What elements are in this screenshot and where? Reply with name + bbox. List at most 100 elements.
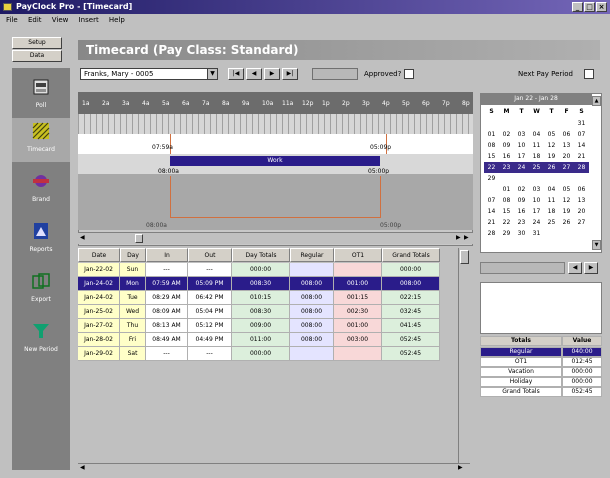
calendar-day[interactable]: 10 — [529, 195, 544, 206]
first-button[interactable]: |◀ — [228, 68, 244, 80]
tab-data[interactable]: Data — [12, 50, 62, 62]
calendar-day[interactable]: 13 — [559, 140, 574, 151]
table-row[interactable]: Jan-25-02 Wed 08:09 AM 05:04 PM 008:30 008:00… — [78, 305, 458, 319]
calendar-day[interactable]: 14 — [484, 206, 499, 217]
calendar-day[interactable]: 16 — [514, 206, 529, 217]
calendar-day[interactable]: 21 — [484, 217, 499, 228]
maximize-button[interactable]: □ — [584, 2, 595, 12]
work-bar[interactable]: Work — [170, 156, 380, 166]
sidebar-item-export[interactable]: Export — [12, 268, 70, 312]
calendar-day[interactable]: 17 — [514, 151, 529, 162]
last-button[interactable]: ▶| — [282, 68, 298, 80]
calendar-day[interactable]: 27 — [574, 217, 589, 228]
calendar-day[interactable]: 02 — [514, 184, 529, 195]
table-row[interactable]: Jan-27-02 Thu 08:13 AM 05:12 PM 009:00 008:00… — [78, 319, 458, 333]
calendar-day[interactable]: 18 — [529, 151, 544, 162]
calendar-day[interactable]: 31 — [529, 228, 544, 239]
menu-insert[interactable]: Insert — [79, 16, 99, 24]
calendar-day[interactable]: 31 — [574, 118, 589, 129]
calendar-day[interactable]: 29 — [484, 173, 499, 184]
calendar-day[interactable]: 14 — [574, 140, 589, 151]
table-hscroll[interactable]: ◀ ▶ — [78, 463, 470, 473]
calendar-day[interactable]: 02 — [499, 129, 514, 140]
calendar-day[interactable]: 19 — [544, 151, 559, 162]
calendar-day[interactable]: 17 — [529, 206, 544, 217]
period-next-button[interactable]: ▶ — [584, 262, 598, 274]
calendar-day[interactable]: 12 — [544, 140, 559, 151]
scroll-end-icon[interactable]: ▶ — [464, 234, 472, 242]
scroll-thumb[interactable] — [135, 234, 143, 243]
menu-file[interactable]: File — [6, 16, 18, 24]
calendar-day[interactable]: 20 — [574, 206, 589, 217]
calendar-day[interactable]: 05 — [559, 184, 574, 195]
calendar-day[interactable]: 25 — [529, 162, 544, 173]
calendar-day[interactable]: 12 — [559, 195, 574, 206]
sidebar-item-poll[interactable]: Poll — [12, 74, 70, 118]
calendar-day[interactable]: 01 — [499, 184, 514, 195]
calendar-day[interactable]: 04 — [529, 129, 544, 140]
table-row[interactable]: Jan-22-02 Sun --- --- 000:00 000:00 — [78, 263, 458, 277]
hscroll-right-icon[interactable]: ▶ — [458, 464, 463, 471]
calendar-day[interactable]: 03 — [514, 129, 529, 140]
calendar-day[interactable]: 03 — [529, 184, 544, 195]
calendar-day[interactable]: 24 — [529, 217, 544, 228]
table-row[interactable]: Jan-29-02 Sat --- --- 000:00 052:45 — [78, 347, 458, 361]
calendar-day[interactable]: 11 — [544, 195, 559, 206]
calendar-day[interactable]: 28 — [484, 228, 499, 239]
notes-box[interactable] — [480, 282, 602, 334]
calendar-day[interactable]: 15 — [484, 151, 499, 162]
calendar-day[interactable]: 24 — [514, 162, 529, 173]
calendar-day[interactable]: 08 — [484, 140, 499, 151]
hscroll-left-icon[interactable]: ◀ — [80, 464, 85, 471]
calendar-day[interactable]: 09 — [514, 195, 529, 206]
sidebar-item-timecard[interactable]: Timecard — [12, 118, 70, 162]
period-field[interactable] — [480, 262, 565, 274]
prev-button[interactable]: ◀ — [246, 68, 262, 80]
vscroll-thumb[interactable] — [460, 250, 469, 264]
calendar-day[interactable]: 20 — [559, 151, 574, 162]
employee-select[interactable]: Franks, Mary - 0005 ▼ — [80, 68, 218, 80]
close-button[interactable]: × — [596, 2, 607, 12]
sidebar-item-new-period[interactable]: New Period — [12, 318, 70, 362]
table-row[interactable]: Jan-24-02 Tue 08:29 AM 06:42 PM 010:15 008:00… — [78, 291, 458, 305]
calendar-day[interactable]: 11 — [529, 140, 544, 151]
calendar-day[interactable]: 21 — [574, 151, 589, 162]
table-row[interactable]: Jan-24-02 Mon 07:59 AM 05:09 PM 008:30 008:00… — [78, 277, 458, 291]
calendar-day[interactable]: 28 — [574, 162, 589, 173]
calendar-day[interactable]: 25 — [544, 217, 559, 228]
calendar-day[interactable]: 22 — [484, 162, 499, 173]
scroll-left-icon[interactable]: ◀ — [80, 234, 88, 242]
tab-setup[interactable]: Setup — [12, 37, 62, 49]
menu-help[interactable]: Help — [109, 16, 125, 24]
calendar-day[interactable]: 10 — [514, 140, 529, 151]
calendar-day[interactable]: 07 — [484, 195, 499, 206]
calendar-day[interactable]: 13 — [574, 195, 589, 206]
calendar-day[interactable]: 08 — [499, 195, 514, 206]
period-prev-button[interactable]: ◀ — [568, 262, 582, 274]
calendar-day[interactable]: 26 — [544, 162, 559, 173]
calendar-day[interactable]: 26 — [559, 217, 574, 228]
calendar-day[interactable]: 09 — [499, 140, 514, 151]
calendar-day[interactable]: 06 — [559, 129, 574, 140]
sidebar-item-reports[interactable]: Reports — [12, 218, 70, 262]
calendar-day[interactable]: 04 — [544, 184, 559, 195]
minimize-button[interactable]: _ — [572, 2, 583, 12]
table-vscroll[interactable] — [458, 248, 470, 470]
calendar-day[interactable]: 19 — [559, 206, 574, 217]
approved-checkbox[interactable] — [404, 69, 414, 79]
next-button[interactable]: ▶ — [264, 68, 280, 80]
chevron-down-icon[interactable]: ▼ — [207, 69, 217, 79]
calendar-day[interactable]: 05 — [544, 129, 559, 140]
calendar-day[interactable]: 27 — [559, 162, 574, 173]
calendar-day[interactable]: 30 — [514, 228, 529, 239]
scroll-right-icon[interactable]: ▶ — [456, 234, 464, 242]
calendar-day[interactable]: 29 — [499, 228, 514, 239]
next-period-checkbox[interactable] — [584, 69, 594, 79]
calendar-day[interactable]: 23 — [499, 162, 514, 173]
calendar-day[interactable]: 18 — [544, 206, 559, 217]
calendar-scroll-down-icon[interactable]: ▼ — [592, 240, 601, 250]
calendar-day[interactable]: 07 — [574, 129, 589, 140]
calendar-day[interactable]: 15 — [499, 206, 514, 217]
calendar-day[interactable]: 23 — [514, 217, 529, 228]
calendar-day[interactable]: 01 — [484, 129, 499, 140]
